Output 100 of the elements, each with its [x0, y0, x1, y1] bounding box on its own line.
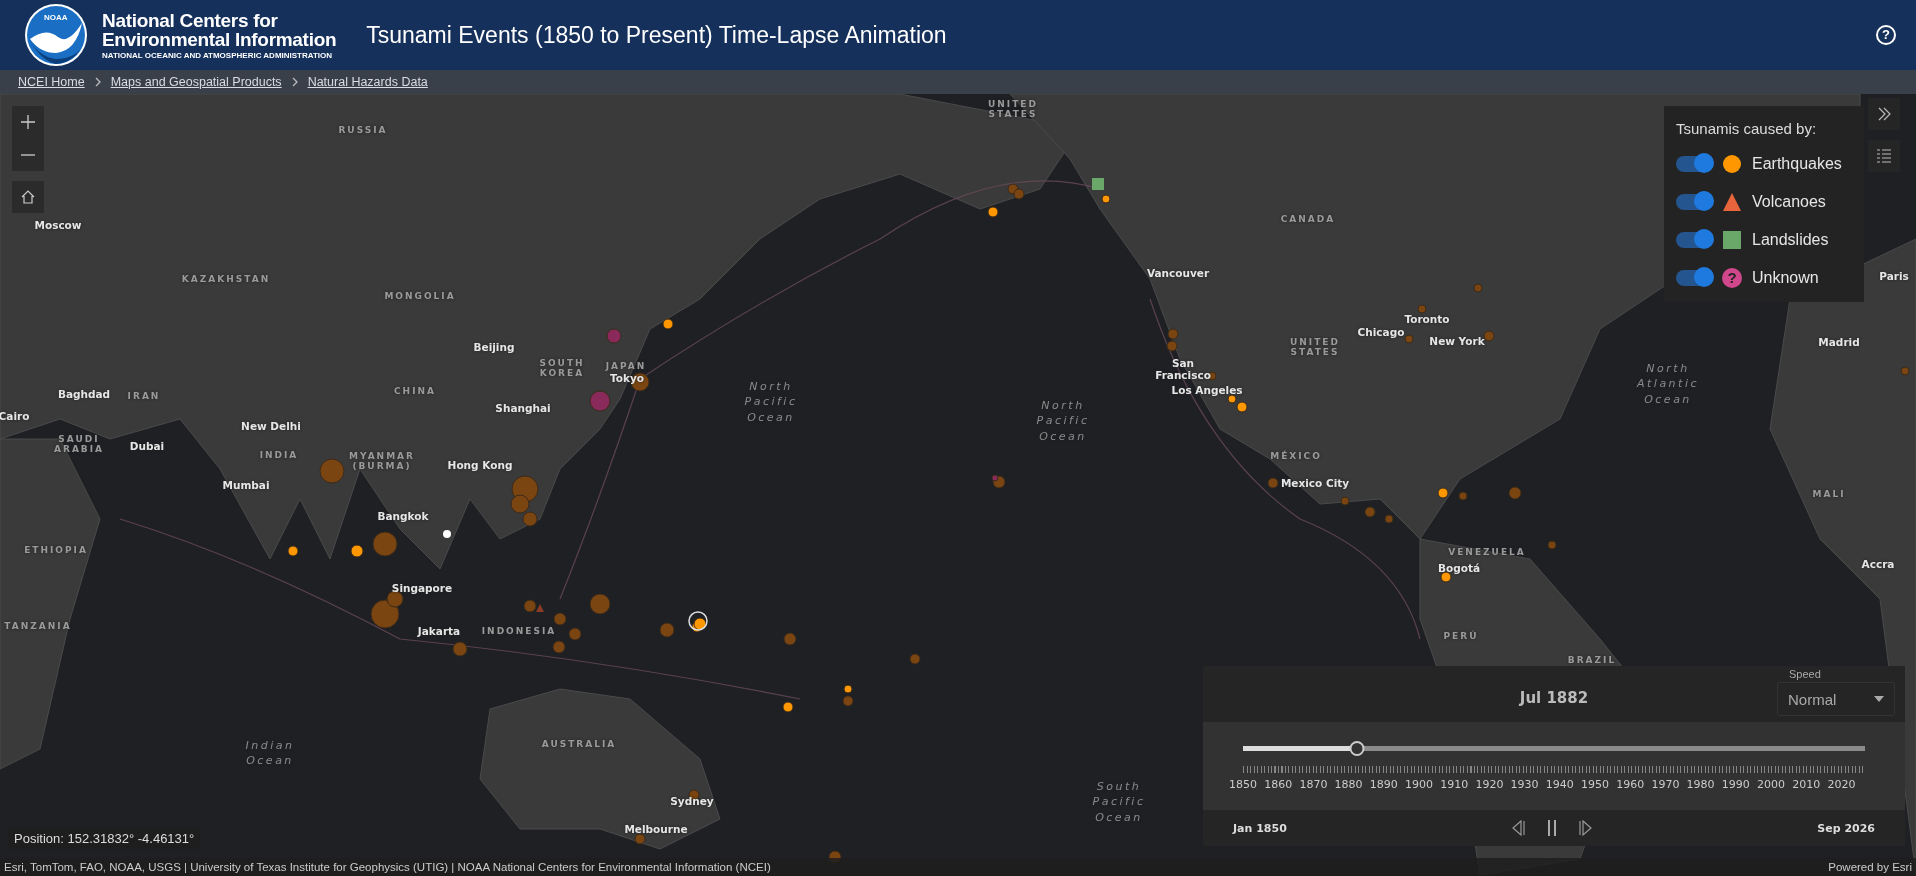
earthquake-marker[interactable]	[522, 511, 538, 527]
earthquake-marker[interactable]	[1483, 330, 1495, 342]
earthquake-marker[interactable]	[783, 632, 797, 646]
tick-label: 1910	[1440, 778, 1469, 791]
earthquake-marker[interactable]	[1437, 487, 1449, 499]
tick-label: 1980	[1686, 778, 1715, 791]
earthquake-marker[interactable]	[987, 206, 999, 218]
toggle-switch[interactable]	[1676, 194, 1712, 210]
toggle-switch[interactable]	[1676, 156, 1712, 172]
city-label: New Delhi	[241, 420, 301, 432]
earthquake-marker[interactable]	[1384, 514, 1394, 524]
earthquake-marker[interactable]	[693, 617, 707, 631]
city-label: Dubai	[129, 440, 165, 452]
earthquake-marker[interactable]	[1167, 328, 1179, 340]
country-label: PERÚ	[1443, 631, 1479, 641]
earthquake-marker[interactable]	[1547, 540, 1557, 550]
earthquake-marker[interactable]	[843, 684, 853, 694]
logo-text: NOAA	[44, 13, 68, 22]
tick-label: 1990	[1721, 778, 1750, 791]
unknown-cause-marker[interactable]	[606, 328, 622, 344]
country-label: KAZAKHSTAN	[181, 274, 271, 284]
earthquake-marker[interactable]	[1404, 334, 1414, 344]
breadcrumb-link[interactable]: Maps and Geospatial Products	[110, 75, 282, 89]
earthquake-marker[interactable]	[782, 701, 794, 713]
earthquake-marker[interactable]	[1227, 394, 1237, 404]
end-date: Sep 2026	[1817, 821, 1875, 835]
country-label: UNITED STATES	[988, 99, 1038, 119]
earthquake-marker[interactable]	[552, 640, 566, 654]
earthquake-marker[interactable]	[1473, 283, 1483, 293]
earthquake-marker[interactable]	[452, 641, 468, 657]
landslide-marker[interactable]	[1092, 178, 1104, 190]
help-button[interactable]: ?	[1876, 25, 1896, 45]
earthquake-marker[interactable]	[568, 627, 582, 641]
earthquake-marker[interactable]	[909, 653, 921, 665]
list-icon	[1876, 148, 1892, 164]
unknown-cause-marker[interactable]	[991, 474, 999, 482]
earthquake-marker[interactable]	[1267, 477, 1279, 489]
city-label: San Francisco	[1155, 357, 1211, 381]
country-label: RUSSIA	[338, 125, 388, 135]
earthquake-marker[interactable]	[1900, 366, 1910, 376]
volcano-marker[interactable]	[536, 604, 544, 612]
earthquake-marker[interactable]	[1458, 491, 1468, 501]
home-button[interactable]	[12, 181, 44, 213]
city-label: Singapore	[391, 582, 453, 594]
previous-button[interactable]	[1510, 819, 1527, 837]
earthquake-marker[interactable]	[319, 458, 345, 484]
earthquake-marker[interactable]	[372, 531, 398, 557]
earthquake-marker[interactable]	[1166, 340, 1178, 352]
earthquake-marker[interactable]	[659, 622, 675, 638]
caret-icon	[1874, 696, 1884, 702]
city-label: Vancouver	[1146, 267, 1210, 279]
legend-label: Earthquakes	[1752, 155, 1842, 173]
earthquake-marker[interactable]	[1236, 401, 1248, 413]
earthquake-marker[interactable]	[553, 612, 567, 626]
earthquake-marker[interactable]	[523, 599, 537, 613]
org-name: Environmental Information	[102, 29, 337, 49]
ocean-label: North Pacific Ocean	[1036, 397, 1090, 445]
city-label: Tokyo	[610, 372, 644, 384]
legend-label: Unknown	[1752, 269, 1819, 287]
legend-button[interactable]	[1868, 140, 1900, 172]
org-subtitle: NATIONAL OCEANIC AND ATMOSPHERIC ADMINISTRATION	[102, 51, 334, 60]
earthquake-marker[interactable]	[1364, 506, 1376, 518]
city-label: Moscow	[34, 219, 82, 231]
tick-label: 1870	[1299, 778, 1328, 791]
tick-label: 1950	[1581, 778, 1609, 791]
double-chevron-icon	[1876, 106, 1892, 122]
earthquake-marker[interactable]	[1101, 194, 1111, 204]
earthquake-marker[interactable]	[1417, 304, 1427, 314]
breadcrumb-link[interactable]: Natural Hazards Data	[307, 75, 428, 89]
earthquake-marker[interactable]	[370, 599, 400, 629]
earthquake-marker[interactable]	[662, 318, 674, 330]
legend-label: Volcanoes	[1752, 193, 1826, 211]
country-label: SAUDI ARABIA	[54, 434, 104, 454]
slider-thumb[interactable]	[1349, 741, 1365, 756]
country-label: MALI	[1812, 489, 1846, 499]
tick-label: 1920	[1475, 778, 1504, 791]
tick-label: 1860	[1264, 778, 1293, 791]
earthquake-marker[interactable]	[589, 593, 611, 615]
powered-by-link[interactable]: Powered by Esri	[1828, 861, 1912, 873]
unknown-cause-marker[interactable]	[589, 390, 611, 412]
breadcrumb-link[interactable]: NCEI Home	[18, 75, 85, 89]
home-icon	[20, 189, 36, 205]
tick-label: 1890	[1369, 778, 1398, 791]
toggle-switch[interactable]	[1676, 232, 1712, 248]
tick-label: 2000	[1757, 778, 1785, 791]
country-label: UNITED STATES	[1290, 337, 1340, 357]
earthquake-marker[interactable]	[510, 494, 530, 514]
earthquake-marker[interactable]	[1013, 188, 1025, 200]
ocean-label: North Atlantic Ocean	[1637, 360, 1699, 408]
step-back-icon	[1510, 819, 1527, 837]
collapse-button[interactable]	[1868, 98, 1900, 130]
earthquake-marker[interactable]	[1340, 496, 1350, 506]
earthquake-marker[interactable]	[350, 544, 364, 558]
earthquake-marker[interactable]	[1508, 486, 1522, 500]
earthquake-marker[interactable]	[634, 833, 646, 845]
earthquake-marker[interactable]	[287, 545, 299, 557]
earthquake-marker[interactable]	[842, 695, 854, 707]
city-label: Melbourne	[624, 823, 688, 835]
toggle-switch[interactable]	[1676, 270, 1712, 286]
speed-select[interactable]: Normal	[1777, 682, 1895, 716]
